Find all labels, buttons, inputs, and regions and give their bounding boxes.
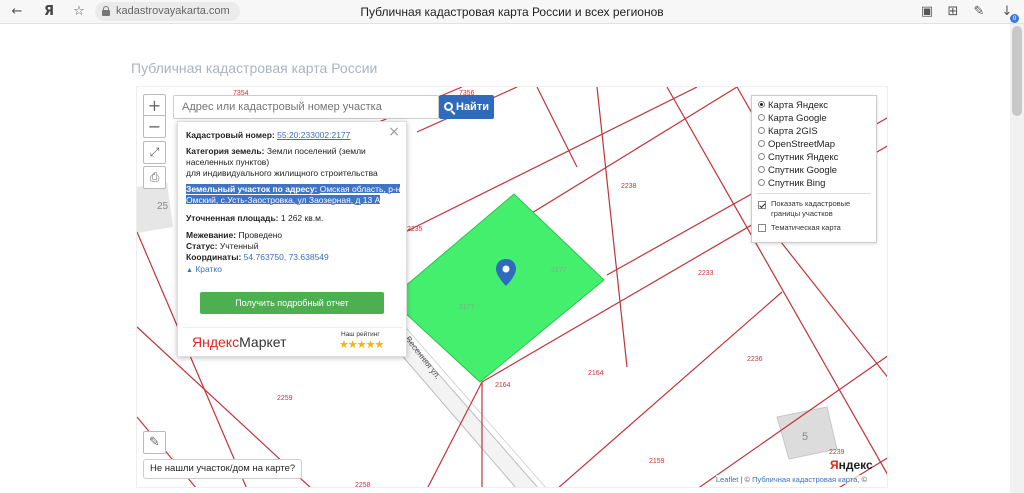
parcel-label: 2238 bbox=[621, 183, 637, 190]
house-number: 5 bbox=[802, 431, 808, 443]
parcel-label: 2258 bbox=[355, 482, 371, 488]
parcel-label: 2177 bbox=[551, 267, 567, 274]
category-value: для индивидуального жилищного строительс… bbox=[186, 168, 378, 178]
category-label: Категория земель: bbox=[186, 146, 265, 156]
parcel-label: 2239 bbox=[829, 449, 845, 456]
radio-icon bbox=[758, 166, 765, 173]
url-text: kadastrovayakarta.com bbox=[116, 5, 230, 17]
thematic-map-label: Тематическая карта bbox=[771, 223, 841, 232]
show-borders-checkbox[interactable] bbox=[758, 201, 766, 209]
show-borders-label: границы участков bbox=[771, 209, 833, 218]
status-value: Учтенный bbox=[219, 241, 259, 251]
address-label: Земельный участок по адресу: bbox=[186, 184, 318, 194]
close-icon[interactable]: × bbox=[388, 124, 400, 140]
status-label: Статус: bbox=[186, 241, 218, 251]
address-link[interactable]: Омский, с.Усть-Заостровка, ул Заозерная,… bbox=[186, 195, 380, 205]
layer-option[interactable]: Карта 2GIS bbox=[758, 126, 818, 137]
survey-label: Межевание: bbox=[186, 230, 237, 240]
cadastral-row: Кадастровый номер: 55:20:233002:2177 bbox=[186, 130, 350, 140]
rating-stars-icon: ★★★★★ bbox=[339, 338, 384, 351]
bookmark-icon[interactable]: ⊞ bbox=[944, 3, 962, 21]
layer-switcher: Карта Яндекс Карта Google Карта 2GIS Ope… bbox=[751, 95, 877, 243]
favorite-star-icon[interactable]: ☆ bbox=[70, 3, 88, 21]
show-borders-label: Показать кадастровые bbox=[771, 199, 851, 208]
scrollbar-thumb[interactable] bbox=[1012, 26, 1022, 116]
layer-option[interactable]: Спутник Яндекс bbox=[758, 152, 838, 163]
radio-icon bbox=[758, 140, 765, 147]
layer-option[interactable]: Спутник Google bbox=[758, 165, 837, 176]
address-row: Земельный участок по адресу: Омская обла… bbox=[186, 184, 401, 194]
zoom-out-button[interactable]: − bbox=[143, 115, 166, 138]
search-icon bbox=[444, 102, 453, 111]
parcel-label: 2164 bbox=[495, 382, 511, 389]
not-found-button[interactable]: Не нашли участок/дом на карте? bbox=[143, 459, 303, 479]
parcel-info-popup: × Кадастровый номер: 55:20:233002:2177 К… bbox=[177, 121, 407, 357]
coords-value[interactable]: 54.763750, 73.638549 bbox=[244, 252, 329, 262]
notification-badge: 0 bbox=[1010, 14, 1019, 23]
address-link[interactable]: Омская область, р-н bbox=[320, 184, 401, 194]
page-title: Публичная кадастровая карта России bbox=[131, 60, 378, 76]
layer-option[interactable]: Карта Яндекс bbox=[758, 100, 828, 111]
rating-label: Наш рейтинг bbox=[341, 331, 380, 338]
browser-toolbar: ← Я ☆ kadastrovayakarta.com Публичная ка… bbox=[0, 0, 1024, 24]
leaflet-link[interactable]: Leaflet bbox=[716, 475, 739, 484]
area-value: 1 262 кв.м. bbox=[280, 213, 324, 223]
yandex-market-logo: ЯндексМаркет bbox=[192, 334, 287, 350]
radio-icon bbox=[758, 114, 765, 121]
house-number: 25 bbox=[157, 201, 169, 212]
zoom-in-button[interactable]: + bbox=[143, 94, 166, 117]
cadastral-number-link[interactable]: 55:20:233002:2177 bbox=[277, 130, 350, 140]
search-input[interactable] bbox=[173, 95, 439, 119]
reader-mode-icon[interactable]: ▣ bbox=[918, 3, 936, 21]
get-report-button[interactable]: Получить подробный отчет bbox=[200, 292, 384, 314]
parcel-label: 2233 bbox=[698, 270, 714, 277]
cadastral-label: Кадастровый номер: bbox=[186, 130, 275, 140]
yandex-browser-icon[interactable]: Я bbox=[40, 3, 58, 21]
print-icon[interactable]: ⎙ bbox=[143, 166, 166, 189]
parcel-label: 2177 bbox=[459, 304, 475, 311]
search-button-label: Найти bbox=[456, 101, 489, 113]
status-row: Статус: Учтенный bbox=[186, 241, 258, 251]
area-label: Уточненная площадь: bbox=[186, 213, 279, 223]
coords-row: Координаты: 54.763750, 73.638549 bbox=[186, 252, 329, 262]
layer-option[interactable]: Карта Google bbox=[758, 113, 827, 124]
category-row: Категория земель: Земли поселений (земли bbox=[186, 146, 366, 156]
radio-icon bbox=[758, 153, 765, 160]
map-attribution: Leaflet | © Публичная кадастровая карта,… bbox=[715, 475, 867, 484]
area-row: Уточненная площадь: 1 262 кв.м. bbox=[186, 213, 323, 223]
collapse-link-label: Кратко bbox=[195, 264, 222, 274]
pkk-link[interactable]: Публичная кадастровая карта bbox=[752, 475, 857, 484]
layer-option[interactable]: OpenStreetMap bbox=[758, 139, 835, 150]
address-bar[interactable]: kadastrovayakarta.com bbox=[95, 2, 240, 21]
parcel-label: 2159 bbox=[649, 458, 665, 465]
search-button[interactable]: Найти bbox=[439, 95, 494, 119]
layer-option[interactable]: Спутник Bing bbox=[758, 178, 825, 189]
extensions-icon[interactable]: ✎ bbox=[970, 3, 988, 21]
parcel-label: 2164 bbox=[588, 370, 604, 377]
back-arrow-icon[interactable]: ← bbox=[8, 3, 26, 21]
category-value: населенных пунктов) bbox=[186, 157, 270, 167]
coords-label: Координаты: bbox=[186, 252, 242, 262]
survey-value: Проведено bbox=[238, 230, 283, 240]
radio-icon bbox=[758, 101, 765, 108]
thematic-map-checkbox[interactable] bbox=[758, 224, 766, 232]
address-row: Омский, с.Усть-Заостровка, ул Заозерная,… bbox=[186, 195, 381, 205]
cadastral-map[interactable]: 7354 7356 2235 2238 2233 2236 2164 2164 … bbox=[136, 86, 888, 488]
downloads-icon[interactable]: ↓ 0 bbox=[998, 3, 1019, 23]
lock-icon bbox=[102, 6, 110, 16]
parcel-label: 2259 bbox=[277, 395, 293, 402]
yandex-market-banner[interactable]: ЯндексМаркет Наш рейтинг ★★★★★ bbox=[182, 327, 402, 355]
yandex-logo: Яндекс bbox=[830, 458, 873, 472]
ruler-icon[interactable]: ✎ bbox=[143, 431, 166, 454]
fullscreen-icon[interactable]: ⤢ bbox=[143, 141, 166, 164]
survey-row: Межевание: Проведено bbox=[186, 230, 282, 240]
parcel-label: 2235 bbox=[407, 226, 423, 233]
category-value: Земли поселений (земли bbox=[266, 146, 366, 156]
collapse-link[interactable]: ▲ Кратко bbox=[186, 264, 222, 274]
parcel-label: 2236 bbox=[747, 356, 763, 363]
caret-up-icon: ▲ bbox=[186, 267, 193, 274]
radio-icon bbox=[758, 179, 765, 186]
radio-icon bbox=[758, 127, 765, 134]
